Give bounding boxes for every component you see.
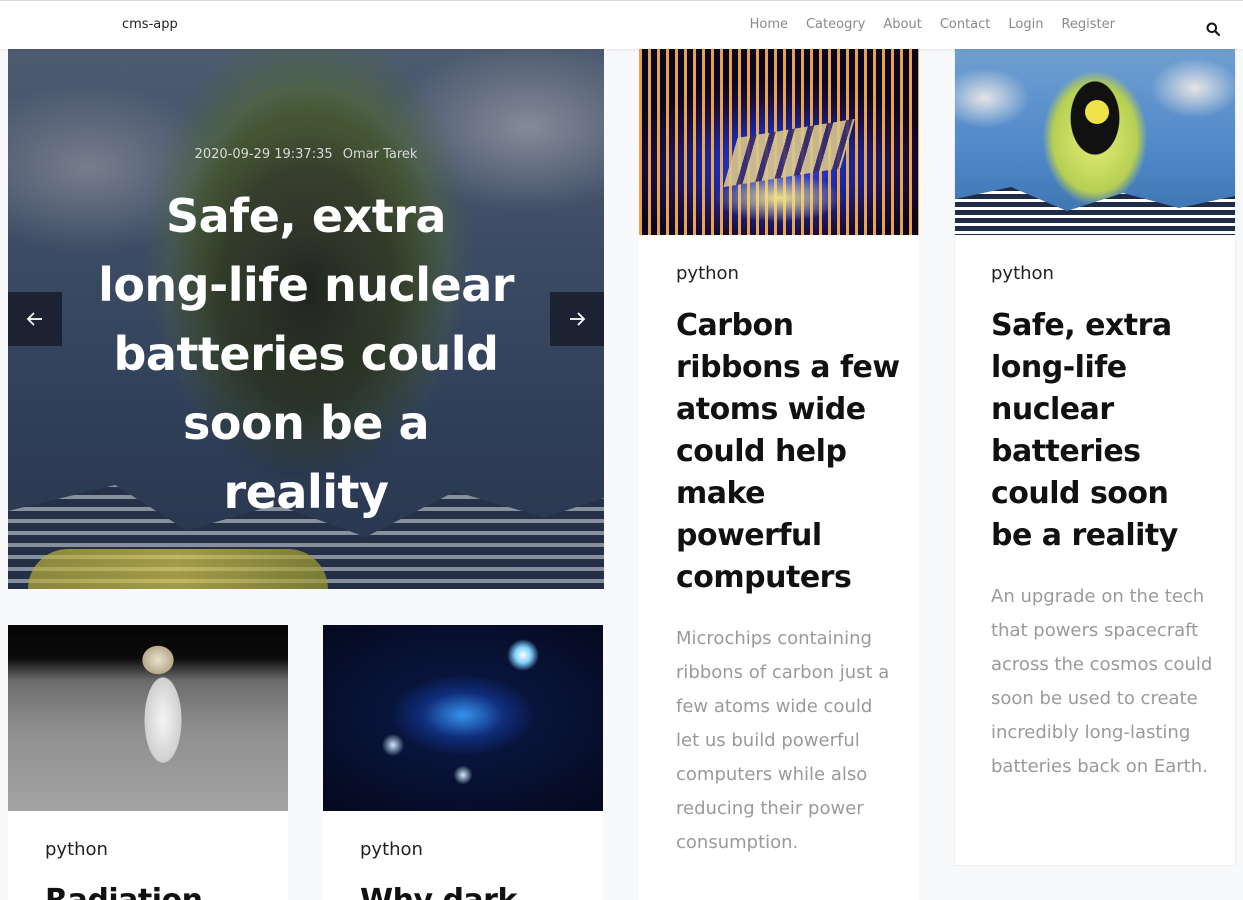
post-thumbnail[interactable] bbox=[323, 625, 603, 811]
arrow-right-icon bbox=[570, 312, 586, 326]
post-category[interactable]: python bbox=[676, 263, 739, 284]
main-nav: Home Cateogry About Contact Login Regist… bbox=[750, 17, 1115, 32]
hero-meta: 2020-09-29 19:37:35 Omar Tarek bbox=[8, 147, 604, 162]
nav-home[interactable]: Home bbox=[750, 17, 788, 32]
post-excerpt: An upgrade on the tech that powers space… bbox=[991, 586, 1213, 777]
brand-link[interactable]: cms-app bbox=[122, 17, 178, 32]
city-illustration bbox=[955, 187, 1235, 235]
hero-author[interactable]: Omar Tarek bbox=[343, 147, 418, 162]
nav-category[interactable]: Cateogry bbox=[806, 17, 865, 32]
slider-prev-button[interactable] bbox=[8, 292, 62, 346]
post-excerpt: Microchips containing ribbons of carbon … bbox=[676, 628, 890, 853]
post-title[interactable]: Carbon ribbons a few atoms wide could he… bbox=[676, 305, 901, 599]
radiation-symbol-illustration bbox=[1083, 98, 1111, 126]
nav-login[interactable]: Login bbox=[1008, 17, 1043, 32]
hero-date: 2020-09-29 19:37:35 bbox=[194, 147, 333, 162]
nav-register[interactable]: Register bbox=[1061, 17, 1115, 32]
post-title[interactable]: Radiation bbox=[45, 880, 285, 900]
post-thumbnail[interactable] bbox=[639, 48, 919, 235]
slider-next-button[interactable] bbox=[550, 292, 604, 346]
hero-title[interactable]: Safe, extra long-life nuclear batteries … bbox=[96, 182, 516, 527]
hero-slider[interactable]: 2020-09-29 19:37:35 Omar Tarek Safe, ext… bbox=[8, 48, 604, 589]
post-title[interactable]: Why dark bbox=[360, 880, 600, 900]
arrow-left-icon bbox=[26, 312, 42, 326]
post-category[interactable]: python bbox=[991, 263, 1054, 284]
post-card[interactable]: python Safe, extra long-life nuclear bat… bbox=[955, 48, 1235, 865]
hero-car-illustration bbox=[28, 549, 328, 589]
chip-illustration bbox=[723, 118, 855, 188]
nav-about[interactable]: About bbox=[883, 17, 921, 32]
post-thumbnail[interactable] bbox=[955, 48, 1235, 235]
post-card[interactable]: python Carbon ribbons a few atoms wide c… bbox=[639, 48, 919, 900]
post-card[interactable]: python Radiation bbox=[8, 625, 288, 900]
post-category[interactable]: python bbox=[45, 839, 108, 860]
post-thumbnail[interactable] bbox=[8, 625, 288, 811]
search-icon[interactable] bbox=[1206, 22, 1220, 36]
nav-contact[interactable]: Contact bbox=[940, 17, 991, 32]
post-title[interactable]: Safe, extra long-life nuclear batteries … bbox=[991, 305, 1216, 557]
navbar: cms-app Home Cateogry About Contact Logi… bbox=[0, 0, 1243, 49]
post-category[interactable]: python bbox=[360, 839, 423, 860]
post-card[interactable]: python Why dark bbox=[323, 625, 603, 900]
